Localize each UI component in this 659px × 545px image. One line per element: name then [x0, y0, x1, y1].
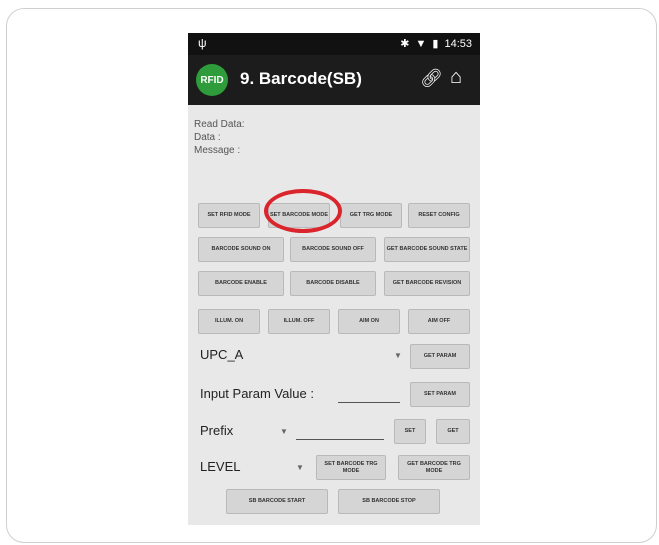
usb-icon: ψ [198, 36, 207, 50]
app-bar: RFID 9. Barcode(SB) 🔗︎ ⌂ [188, 55, 480, 105]
set-param-button[interactable]: SET PARAM [410, 382, 470, 407]
param-dropdown-icon[interactable]: ▼ [394, 351, 402, 360]
phone-screen: ψ ✱ ▼ ▮ 14:53 RFID 9. Barcode(SB) 🔗︎ ⌂ R… [188, 33, 480, 525]
aim-off-button[interactable]: AIM OFF [408, 309, 470, 334]
set-button[interactable]: SET [394, 419, 426, 444]
get-button[interactable]: GET [436, 419, 470, 444]
input-param-label: Input Param Value : [200, 386, 314, 401]
barcode-disable-button[interactable]: BARCODE DISABLE [290, 271, 376, 296]
get-barcode-trg-mode-button[interactable]: GET BARCODE TRG MODE [398, 455, 470, 480]
level-select[interactable]: LEVEL [200, 459, 240, 474]
prefix-dropdown-icon[interactable]: ▼ [280, 427, 288, 436]
read-data-label: Read Data: [194, 119, 245, 130]
param-select[interactable]: UPC_A [200, 347, 243, 362]
page-title: 9. Barcode(SB) [240, 69, 362, 88]
battery-icon: ▮ [432, 38, 439, 50]
prefix-value-field[interactable] [296, 439, 384, 440]
barcode-sound-off-button[interactable]: BARCODE SOUND OFF [290, 237, 376, 262]
set-rfid-mode-button[interactable]: SET RFID MODE [198, 203, 260, 228]
logo-text: RFID [200, 74, 224, 86]
sb-barcode-stop-button[interactable]: SB BARCODE STOP [338, 489, 440, 514]
message-label: Message : [194, 145, 241, 156]
barcode-enable-button[interactable]: BARCODE ENABLE [198, 271, 284, 296]
get-trg-mode-button[interactable]: GET TRG MODE [340, 203, 402, 228]
reset-config-button[interactable]: RESET CONFIG [408, 203, 470, 228]
get-barcode-revision-button[interactable]: GET BARCODE REVISION [384, 271, 470, 296]
bluetooth-icon: ✱ [400, 38, 410, 50]
aim-on-button[interactable]: AIM ON [338, 309, 400, 334]
prefix-select[interactable]: Prefix [200, 423, 233, 438]
set-barcode-trg-mode-button[interactable]: SET BARCODE TRG MODE [316, 455, 386, 480]
level-dropdown-icon[interactable]: ▼ [296, 463, 304, 472]
link-icon[interactable]: 🔗︎ [420, 68, 443, 89]
home-icon[interactable]: ⌂ [450, 66, 462, 89]
get-param-button[interactable]: GET PARAM [410, 344, 470, 369]
input-param-field[interactable] [338, 402, 400, 403]
illum-on-button[interactable]: ILLUM. ON [198, 309, 260, 334]
highlight-circle [264, 189, 342, 233]
sb-barcode-start-button[interactable]: SB BARCODE START [226, 489, 328, 514]
get-barcode-sound-state-button[interactable]: GET BARCODE SOUND STATE [384, 237, 470, 262]
barcode-sound-on-button[interactable]: BARCODE SOUND ON [198, 237, 284, 262]
data-label: Data : [194, 132, 221, 143]
rfid-logo: RFID [196, 64, 228, 96]
illum-off-button[interactable]: ILLUM. OFF [268, 309, 330, 334]
status-bar: ψ ✱ ▼ ▮ 14:53 [188, 33, 480, 55]
wifi-icon: ▼ [415, 37, 427, 50]
status-time: 14:53 [444, 37, 472, 50]
